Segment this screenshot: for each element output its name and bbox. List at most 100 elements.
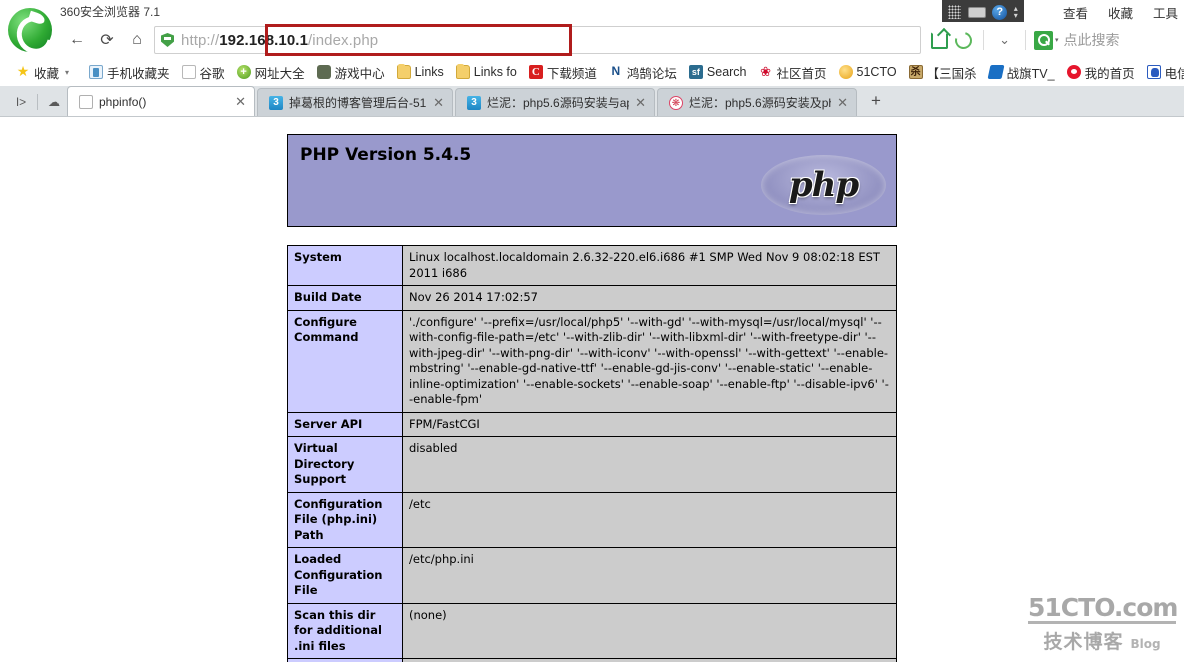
- tab-blog-admin[interactable]: 掉葛根的博客管理后台-51CTO ✕: [257, 88, 453, 116]
- folder-icon: [455, 64, 470, 79]
- new-tab-button[interactable]: +: [863, 88, 889, 114]
- back-button[interactable]: ←: [62, 26, 92, 54]
- home-button[interactable]: ⌂: [122, 26, 152, 54]
- tab-php56-fpm[interactable]: 烂泥：php5.6源码安装及php- ✕: [657, 88, 857, 116]
- row-value: Linux localhost.localdomain 2.6.32-220.e…: [402, 244, 897, 287]
- document-icon: [79, 94, 93, 109]
- search-dropdown-caret-icon[interactable]: ▾: [1055, 36, 1059, 44]
- reload-page-icon[interactable]: [951, 28, 976, 52]
- php-logo-text: php: [788, 165, 859, 205]
- watermark-blog: Blog: [1130, 637, 1161, 651]
- tab-phpinfo[interactable]: phpinfo() ✕: [67, 86, 255, 116]
- row-value: (none): [402, 658, 897, 662]
- php-version-banner: PHP Version 5.4.5 php: [287, 134, 897, 227]
- bookmark-item-51cto[interactable]: 51CTO: [833, 61, 903, 83]
- tab-title: 烂泥：php5.6源码安装与apac: [487, 96, 629, 110]
- folder-icon: [396, 64, 411, 79]
- bookmark-item-hao[interactable]: 网址大全: [231, 61, 311, 83]
- system-control-box[interactable]: ? ▴ ▾: [942, 0, 1024, 24]
- tab-title: 掉葛根的博客管理后台-51CTO: [289, 96, 427, 110]
- updown-arrows-icon[interactable]: ▴ ▾: [1014, 5, 1018, 20]
- search-box[interactable]: ▾ 点此搜索: [1034, 30, 1184, 50]
- bookmark-label: 收藏: [34, 66, 60, 81]
- c-icon: C: [528, 65, 543, 79]
- cloud-icon[interactable]: ☁: [41, 88, 67, 116]
- bookmark-item-search[interactable]: sf Search: [683, 61, 753, 83]
- divider: [1025, 30, 1026, 50]
- weibo-icon: [1066, 65, 1081, 79]
- bookmark-label: Search: [706, 65, 747, 79]
- tab-title: 烂泥：php5.6源码安装及php-: [689, 96, 832, 110]
- reload-button[interactable]: ⟳: [92, 26, 122, 54]
- document-icon: [181, 65, 196, 79]
- row-label: Loaded Configuration File: [287, 547, 403, 604]
- close-icon[interactable]: ✕: [837, 96, 848, 109]
- table-row: Loaded Configuration File /etc/php.ini: [287, 547, 897, 604]
- star-icon: ★: [16, 63, 30, 79]
- bookmark-item-honghu[interactable]: N 鸿鹄论坛: [603, 61, 683, 83]
- phone-icon: [89, 65, 104, 79]
- bookmark-label: 51CTO: [856, 65, 897, 79]
- navigation-bar: ← ⟳ ⌂ http://192.168.10.1/index.php ⌄ ▾ …: [0, 22, 1184, 58]
- row-label: System: [287, 244, 403, 287]
- keyboard-icon[interactable]: [967, 6, 986, 18]
- phpinfo-content: PHP Version 5.4.5 php System Linux local…: [287, 134, 897, 662]
- row-label: Configure Command: [287, 309, 403, 413]
- address-bar[interactable]: http://192.168.10.1/index.php: [154, 26, 922, 54]
- cto-icon: [467, 95, 481, 110]
- bookmark-favorites[interactable]: ★ 收藏 ▾: [10, 61, 75, 83]
- window-menu[interactable]: 查看 收藏 工具: [1063, 3, 1178, 22]
- tab-list-icon[interactable]: I>: [8, 88, 34, 116]
- chevron-down-icon[interactable]: ▾: [65, 68, 69, 77]
- menu-item-view[interactable]: 查看: [1063, 3, 1088, 22]
- hong-icon: N: [608, 65, 623, 79]
- search-icon[interactable]: [1034, 30, 1053, 50]
- bookmark-item-sanguosha[interactable]: 杀 【三国杀: [903, 61, 983, 83]
- row-value: Nov 26 2014 17:02:57: [402, 285, 897, 311]
- row-label: Virtual Directory Support: [287, 436, 403, 493]
- bookmark-label: 谷歌: [199, 66, 225, 81]
- close-icon[interactable]: ✕: [433, 96, 444, 109]
- menu-item-tools[interactable]: 工具: [1153, 3, 1178, 22]
- huawei-icon: ❀: [758, 64, 773, 79]
- share-icon[interactable]: [931, 31, 949, 49]
- row-value: (none): [402, 602, 897, 660]
- grip-dots-icon: [948, 5, 962, 19]
- row-value: FPM/FastCGI: [402, 411, 897, 438]
- close-icon[interactable]: ✕: [635, 96, 646, 109]
- row-value: /etc/php.ini: [402, 547, 897, 604]
- row-value: /etc: [402, 491, 897, 549]
- divider: [37, 94, 38, 110]
- bookmark-label: Links fo: [473, 65, 517, 79]
- bookmark-item-myhome[interactable]: 我的首页: [1061, 61, 1141, 83]
- close-icon[interactable]: ✕: [235, 95, 246, 108]
- bookmark-item-download[interactable]: C 下载频道: [523, 61, 603, 83]
- bookmark-label: 网址大全: [254, 66, 305, 81]
- browser-logo-icon: [8, 8, 52, 52]
- bookmark-item-links[interactable]: Links: [391, 61, 450, 83]
- row-label: Additional .ini files parsed: [287, 658, 403, 662]
- sf-icon: sf: [688, 65, 703, 79]
- tab-php56-apache[interactable]: 烂泥：php5.6源码安装与apac ✕: [455, 88, 655, 116]
- bookmark-item-links-fo[interactable]: Links fo: [450, 61, 523, 83]
- table-row: Virtual Directory Support disabled: [287, 436, 897, 493]
- baidu-icon: [1146, 65, 1161, 79]
- row-label: Scan this dir for additional .ini files: [287, 602, 403, 660]
- bookmark-item-dianxin[interactable]: 电信j家: [1141, 61, 1184, 83]
- search-placeholder[interactable]: 点此搜索: [1064, 30, 1120, 50]
- chevron-down-icon[interactable]: ⌄: [995, 32, 1014, 48]
- flower-icon: [669, 95, 683, 110]
- row-value: './configure' '--prefix=/usr/local/php5'…: [402, 309, 897, 413]
- bookmark-item-google[interactable]: 谷歌: [176, 61, 231, 83]
- bookmark-item-games[interactable]: 游戏中心: [311, 61, 391, 83]
- divider: [983, 30, 985, 50]
- bookmark-item-zhanqi[interactable]: 战旗TV_: [983, 61, 1061, 83]
- help-icon[interactable]: ?: [992, 4, 1008, 20]
- bookmark-item-community[interactable]: ❀ 社区首页: [753, 61, 833, 83]
- bookmark-item-phone[interactable]: 手机收藏夹: [83, 61, 176, 83]
- watermark-subtitle: 技术博客 Blog: [1028, 627, 1176, 654]
- bookmark-label: Links: [414, 65, 444, 79]
- url-scheme: http://: [181, 31, 220, 49]
- menu-item-favorites[interactable]: 收藏: [1108, 3, 1133, 22]
- bookmark-label: 游戏中心: [334, 66, 385, 81]
